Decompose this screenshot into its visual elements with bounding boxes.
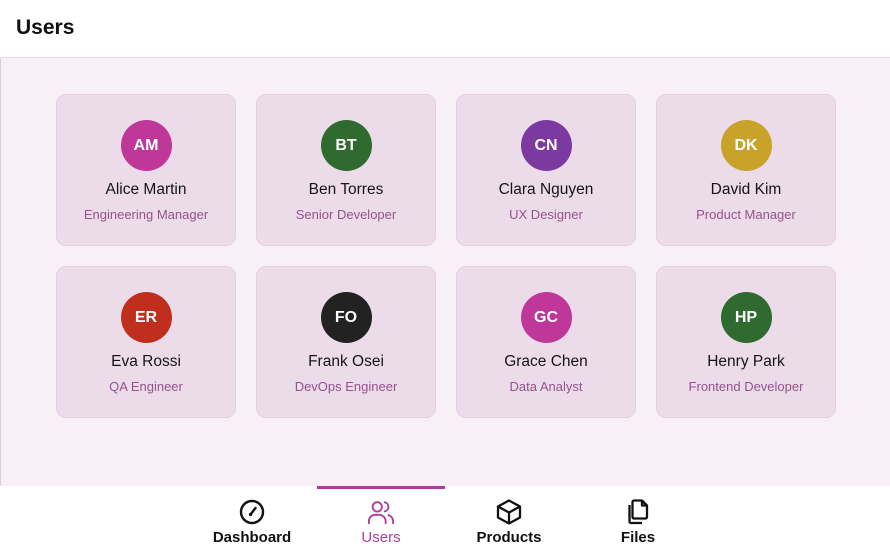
user-name: Alice Martin [105, 181, 187, 198]
user-role: UX Designer [509, 207, 583, 222]
users-content: AM Alice Martin Engineering Manager BT B… [0, 58, 890, 486]
user-card[interactable]: DK David Kim Product Manager [656, 94, 836, 246]
bottom-nav: Dashboard Users Products Files [0, 486, 890, 558]
nav-label: Products [476, 529, 542, 546]
user-role: Product Manager [696, 207, 796, 222]
user-name: Clara Nguyen [498, 181, 594, 198]
gauge-icon [238, 498, 266, 526]
user-grid: AM Alice Martin Engineering Manager BT B… [56, 94, 836, 418]
box-icon [495, 498, 523, 526]
nav-label: Dashboard [212, 529, 292, 546]
user-name: Eva Rossi [111, 353, 181, 370]
nav-item-dashboard[interactable]: Dashboard [188, 486, 316, 558]
user-role: DevOps Engineer [294, 379, 398, 394]
user-name: David Kim [710, 181, 782, 198]
user-role: Senior Developer [295, 207, 397, 222]
nav-item-files[interactable]: Files [574, 486, 702, 558]
avatar: CN [520, 120, 572, 171]
user-card[interactable]: CN Clara Nguyen UX Designer [456, 94, 636, 246]
user-role: Data Analyst [509, 379, 583, 394]
avatar: FO [320, 292, 372, 343]
nav-label: Files [620, 529, 656, 546]
user-card[interactable]: BT Ben Torres Senior Developer [256, 94, 436, 246]
avatar: ER [120, 292, 172, 343]
nav-item-users[interactable]: Users [317, 486, 445, 558]
user-card[interactable]: FO Frank Osei DevOps Engineer [256, 266, 436, 418]
user-name: Frank Osei [308, 353, 384, 370]
user-card[interactable]: HP Henry Park Frontend Developer [656, 266, 836, 418]
user-name: Ben Torres [308, 181, 384, 198]
page-title: Users [16, 16, 75, 39]
avatar: HP [720, 292, 772, 343]
app-header: Users [0, 0, 890, 58]
avatar: GC [520, 292, 572, 343]
user-card[interactable]: GC Grace Chen Data Analyst [456, 266, 636, 418]
user-name: Grace Chen [504, 353, 588, 370]
nav-label: Users [361, 529, 401, 546]
users-icon [367, 498, 395, 526]
avatar: DK [720, 120, 772, 171]
user-role: Frontend Developer [688, 379, 804, 394]
avatar: BT [320, 120, 372, 171]
avatar: AM [120, 120, 172, 171]
nav-item-products[interactable]: Products [445, 486, 573, 558]
user-role: Engineering Manager [83, 207, 209, 222]
user-card[interactable]: ER Eva Rossi QA Engineer [56, 266, 236, 418]
files-icon [624, 498, 652, 526]
user-role: QA Engineer [109, 379, 183, 394]
user-name: Henry Park [707, 353, 785, 370]
user-card[interactable]: AM Alice Martin Engineering Manager [56, 94, 236, 246]
